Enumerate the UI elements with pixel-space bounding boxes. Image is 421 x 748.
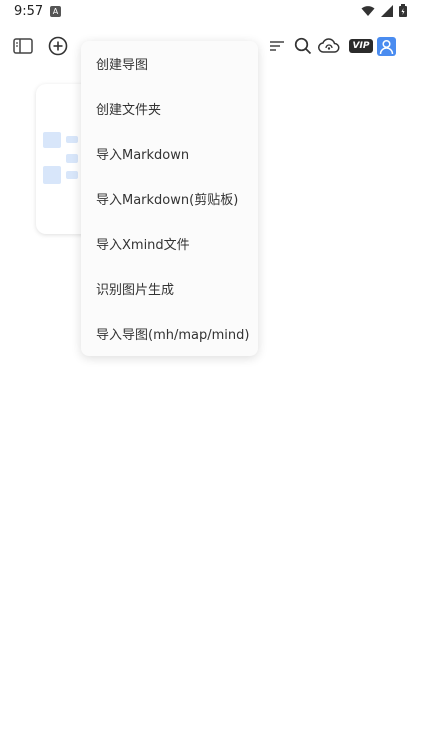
menu-item-create-folder[interactable]: 创建文件夹 bbox=[81, 86, 258, 131]
cloud-sync-icon[interactable] bbox=[318, 30, 340, 62]
menu-item-import-markdown[interactable]: 导入Markdown bbox=[81, 131, 258, 176]
status-bar: 9:57 A bbox=[0, 0, 421, 24]
search-icon[interactable] bbox=[293, 30, 313, 62]
home-indicator bbox=[0, 744, 421, 748]
menu-item-import-mindmap-file[interactable]: 导入导图(mh/map/mind) bbox=[81, 311, 258, 356]
thumbnail-node bbox=[66, 171, 78, 179]
a-notification-icon: A bbox=[50, 6, 61, 17]
thumbnail-node bbox=[66, 136, 78, 143]
menu-item-import-markdown-clipboard[interactable]: 导入Markdown(剪贴板) bbox=[81, 176, 258, 221]
battery-icon bbox=[399, 4, 407, 17]
status-time: 9:57 bbox=[14, 4, 44, 19]
thumbnail-node bbox=[66, 154, 78, 163]
user-avatar-icon[interactable] bbox=[377, 37, 396, 56]
sidebar-icon[interactable] bbox=[11, 30, 35, 62]
signal-icon bbox=[381, 4, 393, 17]
menu-item-recognize-image[interactable]: 识别图片生成 bbox=[81, 266, 258, 311]
thumbnail-node bbox=[43, 166, 61, 184]
sort-icon[interactable] bbox=[267, 30, 287, 62]
add-icon[interactable] bbox=[46, 30, 70, 62]
status-icons bbox=[361, 4, 407, 17]
create-menu: 创建导图 创建文件夹 导入Markdown 导入Markdown(剪贴板) 导入… bbox=[81, 41, 258, 356]
thumbnail-node bbox=[43, 132, 61, 148]
menu-item-import-xmind[interactable]: 导入Xmind文件 bbox=[81, 221, 258, 266]
vip-badge[interactable]: VIP bbox=[349, 39, 373, 53]
menu-item-create-mindmap[interactable]: 创建导图 bbox=[81, 41, 258, 86]
wifi-icon bbox=[361, 5, 375, 16]
